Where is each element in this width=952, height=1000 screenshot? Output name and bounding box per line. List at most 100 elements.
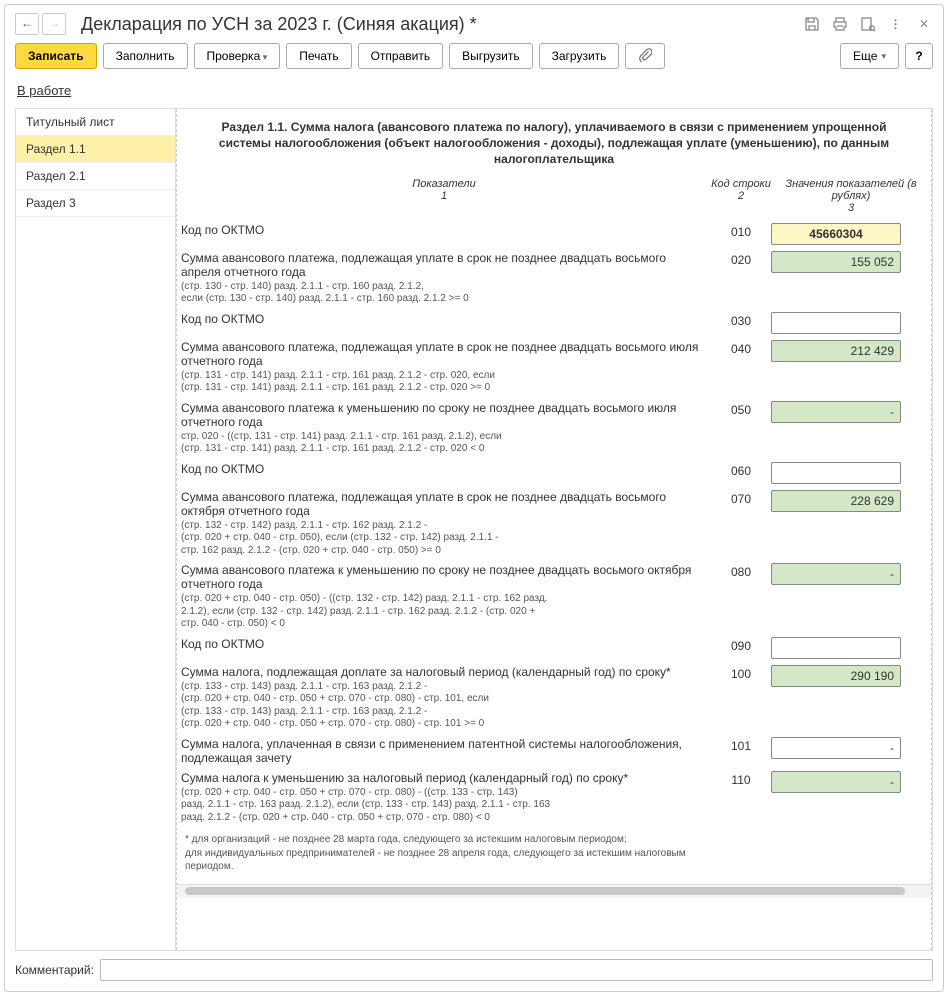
body: Титульный листРаздел 1.1Раздел 2.1Раздел… (15, 108, 933, 951)
row-label: Сумма авансового платежа, подлежащая упл… (181, 340, 703, 368)
more-button[interactable]: Еще (840, 43, 899, 69)
row-formula: (стр. 130 - стр. 140) разд. 2.1.1 - стр.… (181, 281, 703, 306)
row-code: 040 (711, 340, 771, 395)
content-wrap: Раздел 1.1. Сумма налога (авансового пла… (176, 109, 932, 950)
row-formula: (стр. 132 - стр. 142) разд. 2.1.1 - стр.… (181, 520, 703, 558)
row-code: 090 (711, 637, 771, 659)
row-code: 070 (711, 490, 771, 558)
row-formula: (стр. 020 + стр. 040 - стр. 050) - ((стр… (181, 593, 703, 631)
help-button[interactable]: ? (905, 43, 933, 69)
form-row: Сумма авансового платежа, подлежащая упл… (177, 487, 931, 561)
value-readonly: - (771, 563, 901, 585)
form-row: Сумма авансового платежа, подлежащая упл… (177, 337, 931, 398)
value-input[interactable] (771, 462, 901, 484)
col3-title: Значения показателей (в рублях) (771, 178, 931, 202)
row-label: Код по ОКТМО (181, 462, 703, 476)
comment-row: Комментарий: (15, 959, 933, 981)
row-code: 110 (711, 771, 771, 825)
sidebar-item[interactable]: Раздел 2.1 (16, 163, 175, 190)
attach-button[interactable] (625, 43, 665, 69)
upload-button[interactable]: Выгрузить (449, 43, 533, 69)
col1-num: 1 (177, 190, 711, 202)
row-code: 020 (711, 251, 771, 306)
row-code: 060 (711, 462, 771, 484)
value-highlight[interactable]: 45660304 (771, 223, 901, 245)
row-formula: (стр. 133 - стр. 143) разд. 2.1.1 - стр.… (181, 681, 703, 731)
nav-back-button[interactable]: ← (15, 13, 39, 35)
row-label: Сумма налога, уплаченная в связи с приме… (181, 737, 703, 765)
value-readonly: - (771, 401, 901, 423)
footnote: * для организаций - не позднее 28 марта … (177, 827, 931, 884)
form-row: Сумма авансового платежа к уменьшению по… (177, 398, 931, 459)
sidebar-item[interactable]: Титульный лист (16, 109, 175, 136)
column-headers: Показатели 1 Код строки 2 Значения показ… (177, 176, 931, 220)
form-row: Сумма налога к уменьшению за налоговый п… (177, 768, 931, 828)
row-code: 030 (711, 312, 771, 334)
title-bar: ← → Декларация по УСН за 2023 г. (Синяя … (15, 13, 933, 35)
col2-title: Код строки (711, 178, 771, 190)
preview-icon[interactable] (859, 15, 877, 33)
form-row: Сумма налога, подлежащая доплате за нало… (177, 662, 931, 734)
form-row: Код по ОКТМО 060 (177, 459, 931, 487)
value-readonly: 212 429 (771, 340, 901, 362)
print-icon[interactable] (831, 15, 849, 33)
row-label: Код по ОКТМО (181, 312, 703, 326)
window-title: Декларация по УСН за 2023 г. (Синяя акац… (69, 14, 803, 35)
row-label: Код по ОКТМО (181, 637, 703, 651)
close-icon[interactable]: ✕ (915, 15, 933, 33)
value-input[interactable] (771, 637, 901, 659)
col3-num: 3 (771, 202, 931, 214)
row-label: Код по ОКТМО (181, 223, 703, 237)
print-button[interactable]: Печать (286, 43, 351, 69)
row-label: Сумма авансового платежа, подлежащая упл… (181, 251, 703, 279)
sidebar-item[interactable]: Раздел 1.1 (16, 136, 175, 163)
form-row: Код по ОКТМО 01045660304 (177, 220, 931, 248)
form-row: Сумма авансового платежа к уменьшению по… (177, 560, 931, 634)
value-readonly: 290 190 (771, 665, 901, 687)
row-code: 050 (711, 401, 771, 456)
form-row: Код по ОКТМО 090 (177, 634, 931, 662)
row-label: Сумма авансового платежа, подлежащая упл… (181, 490, 703, 518)
value-readonly: - (771, 771, 901, 793)
row-label: Сумма налога, подлежащая доплате за нало… (181, 665, 703, 679)
content: Раздел 1.1. Сумма налога (авансового пла… (176, 109, 932, 950)
kebab-menu-icon[interactable]: ⋮ (887, 15, 905, 33)
value-readonly: 228 629 (771, 490, 901, 512)
row-label: Сумма налога к уменьшению за налоговый п… (181, 771, 703, 785)
col2-num: 2 (711, 190, 771, 202)
status-link[interactable]: В работе (17, 83, 931, 98)
form-row: Код по ОКТМО 030 (177, 309, 931, 337)
section-title: Раздел 1.1. Сумма налога (авансового пла… (177, 109, 931, 176)
row-label: Сумма авансового платежа к уменьшению по… (181, 401, 703, 429)
toolbar: Записать Заполнить Проверка Печать Отпра… (15, 43, 933, 69)
rows-container: Код по ОКТМО 01045660304 Сумма авансового … (177, 220, 931, 828)
row-code: 080 (711, 563, 771, 631)
row-code: 010 (711, 223, 771, 245)
save-icon[interactable] (803, 15, 821, 33)
window: ← → Декларация по УСН за 2023 г. (Синяя … (4, 4, 944, 992)
download-button[interactable]: Загрузить (539, 43, 620, 69)
sidebar: Титульный листРаздел 1.1Раздел 2.1Раздел… (16, 109, 176, 950)
sidebar-item[interactable]: Раздел 3 (16, 190, 175, 217)
row-code: 101 (711, 737, 771, 765)
scrollbar-thumb[interactable] (185, 887, 905, 895)
row-code: 100 (711, 665, 771, 731)
comment-input[interactable] (100, 959, 933, 981)
value-readonly[interactable]: - (771, 737, 901, 759)
nav-forward-button[interactable]: → (42, 13, 66, 35)
value-input[interactable] (771, 312, 901, 334)
check-button[interactable]: Проверка (194, 43, 281, 69)
title-icons: ⋮ ✕ (803, 15, 933, 33)
col1-title: Показатели (177, 178, 711, 190)
row-label: Сумма авансового платежа к уменьшению по… (181, 563, 703, 591)
value-readonly: 155 052 (771, 251, 901, 273)
record-button[interactable]: Записать (15, 43, 97, 69)
row-formula: (стр. 131 - стр. 141) разд. 2.1.1 - стр.… (181, 370, 703, 395)
send-button[interactable]: Отправить (358, 43, 444, 69)
fill-button[interactable]: Заполнить (103, 43, 188, 69)
form-row: Сумма налога, уплаченная в связи с приме… (177, 734, 931, 768)
row-formula: (стр. 020 + стр. 040 - стр. 050 + стр. 0… (181, 787, 703, 825)
row-formula: стр. 020 - ((стр. 131 - стр. 141) разд. … (181, 431, 703, 456)
horizontal-scrollbar[interactable] (177, 884, 931, 898)
comment-label: Комментарий: (15, 963, 94, 977)
